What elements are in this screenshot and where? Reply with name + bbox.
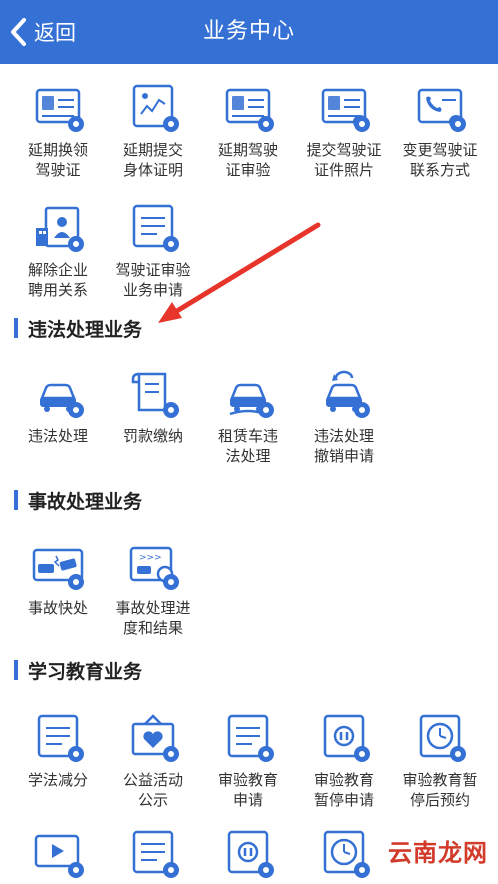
review-application-icon (125, 198, 181, 254)
service-item-label: 延期驾驶 证审验 (217, 141, 278, 179)
service-item-label: 罚款缴纳 (122, 427, 183, 445)
health-certificate-icon (125, 78, 181, 134)
service-item-label: 审验教育 暂停申请 (313, 771, 374, 809)
service-item-label: 违法处理 撤销申请 (313, 427, 374, 465)
education-pause-icon (316, 708, 372, 764)
review-education-icon (220, 708, 276, 764)
clock-12-icon (316, 824, 372, 880)
service-item[interactable] (296, 824, 392, 880)
study-deduction-icon (30, 708, 86, 764)
service-item-label: 变更驾驶证 联系方式 (402, 141, 478, 179)
section-marker (14, 660, 18, 680)
service-item-label: 延期换领 驾驶证 (27, 141, 88, 179)
section-violation-label: 违法处理业务 (28, 318, 143, 341)
license-card-icon (30, 78, 86, 134)
section-marker (14, 318, 18, 338)
license-review-icon (220, 78, 276, 134)
service-item[interactable] (10, 824, 106, 880)
accident-progress-icon: >>> (125, 536, 181, 592)
service-item-label: 违法处理 (27, 427, 88, 445)
service-item[interactable]: 公益活动 公示 (105, 708, 201, 810)
service-item-label: 审验教育暂 停后预约 (402, 771, 478, 809)
service-item[interactable] (105, 824, 201, 880)
service-item[interactable] (200, 824, 296, 880)
service-item-label: 审验教育 申请 (217, 771, 278, 809)
service-item[interactable]: 审验教育暂 停后预约 (392, 708, 488, 810)
doc-12-icon (125, 824, 181, 880)
service-item[interactable]: 学法减分 (10, 708, 106, 790)
fine-payment-icon (125, 364, 181, 420)
section-violation-title: 违法处理业务 (14, 313, 142, 343)
service-item-label: 解除企业 聘用关系 (27, 261, 88, 299)
service-item[interactable]: 延期驾驶 证审验 (200, 78, 296, 180)
service-item[interactable]: 事故快处 (10, 536, 106, 618)
violation-revoke-icon (316, 364, 372, 420)
rental-car-violation-icon (220, 364, 276, 420)
service-item-label: 学法减分 (27, 771, 88, 789)
section-marker (14, 490, 18, 510)
service-item-label: 事故处理进 度和结果 (115, 599, 191, 637)
public-welfare-icon (125, 708, 181, 764)
accident-quick-icon (30, 536, 86, 592)
service-item[interactable]: 变更驾驶证 联系方式 (392, 78, 488, 180)
contact-change-icon (412, 78, 468, 134)
service-item[interactable]: 审验教育 申请 (200, 708, 296, 810)
license-photo-upload-icon (316, 78, 372, 134)
service-item[interactable]: 租赁车违 法处理 (200, 364, 296, 466)
svg-text:>>>: >>> (139, 553, 162, 563)
service-item-label: 租赁车违 法处理 (217, 427, 278, 465)
section-education-label: 学习教育业务 (28, 660, 143, 683)
nav-bar: 返回 业务中心 (0, 0, 498, 64)
service-item-label: 驾驶证审验 业务申请 (115, 261, 191, 299)
service-item[interactable]: 延期换领 驾驶证 (10, 78, 106, 180)
section-accident-label: 事故处理业务 (28, 490, 143, 513)
service-item-label: 事故快处 (27, 599, 88, 617)
enterprise-employment-icon (30, 198, 86, 254)
service-item[interactable]: 审验教育 暂停申请 (296, 708, 392, 810)
service-item[interactable]: 违法处理 撤销申请 (296, 364, 392, 466)
service-item[interactable]: 罚款缴纳 (105, 364, 201, 446)
service-item[interactable]: 驾驶证审验 业务申请 (105, 198, 201, 300)
back-label: 返回 (34, 21, 76, 45)
back-button[interactable]: 返回 (8, 0, 76, 64)
chevron-left-icon (11, 18, 26, 46)
watermark: 云南龙网 (384, 833, 492, 868)
service-item[interactable]: 解除企业 聘用关系 (10, 198, 106, 300)
service-item[interactable]: 延期提交 身体证明 (105, 78, 201, 180)
video-review-icon (30, 824, 86, 880)
service-item[interactable]: 违法处理 (10, 364, 106, 446)
service-item-label: 公益活动 公示 (122, 771, 183, 809)
section-education-title: 学习教育业务 (14, 655, 142, 685)
service-item[interactable]: >>> 事故处理进 度和结果 (105, 536, 201, 638)
violation-car-icon (30, 364, 86, 420)
service-item-label: 延期提交 身体证明 (122, 141, 183, 179)
service-item[interactable]: 提交驾驶证 证件照片 (296, 78, 392, 180)
section-accident-title: 事故处理业务 (14, 485, 142, 515)
service-item-label: 提交驾驶证 证件照片 (306, 141, 382, 179)
education-appointment-icon (412, 708, 468, 764)
pause-12-icon (220, 824, 276, 880)
